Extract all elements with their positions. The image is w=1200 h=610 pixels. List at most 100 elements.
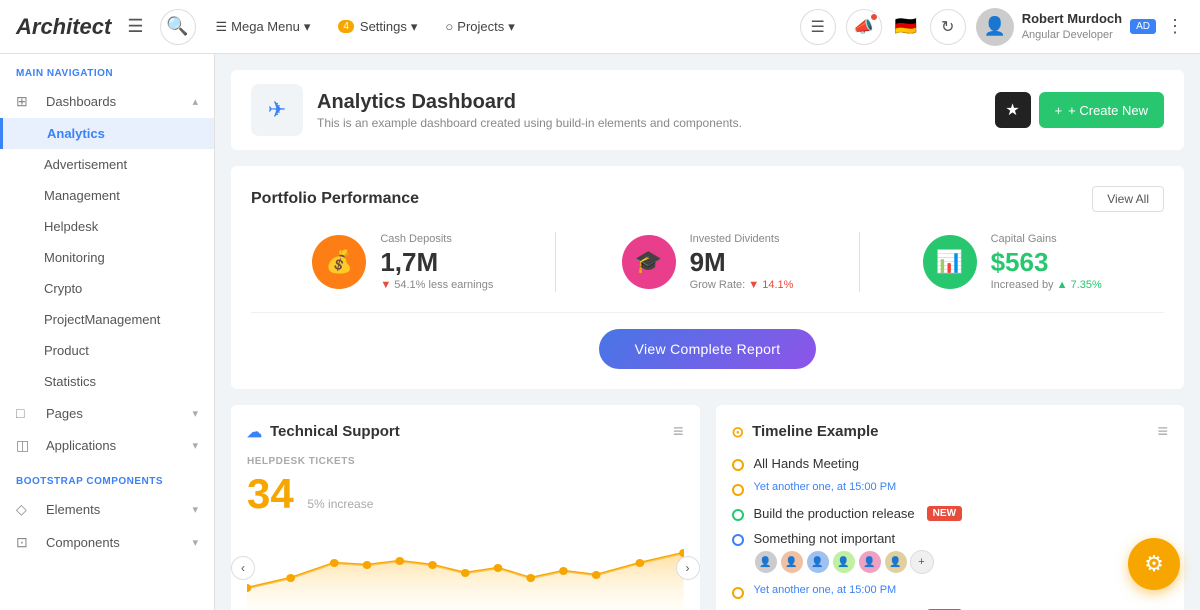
- sidebar-item-label: Management: [44, 188, 120, 203]
- sidebar-item-management[interactable]: Management: [0, 180, 214, 211]
- user-profile[interactable]: 👤 Robert Murdoch Angular Developer AD: [976, 8, 1156, 46]
- timeline-dot: [732, 509, 744, 521]
- card-title: ☁ Technical Support: [247, 423, 400, 441]
- sidebar-item-statistics[interactable]: Statistics: [0, 366, 214, 397]
- components-icon: ⊡: [16, 534, 38, 551]
- avatar: 👤: [832, 550, 856, 574]
- refresh-icon-btn[interactable]: ↻: [930, 9, 966, 45]
- main-nav-label: MAIN NAVIGATION: [0, 54, 214, 85]
- more-options-icon[interactable]: ⋮: [1166, 16, 1184, 37]
- sidebar-item-crypto[interactable]: Crypto: [0, 273, 214, 304]
- line-chart: [247, 523, 684, 610]
- view-all-button[interactable]: View All: [1092, 186, 1164, 212]
- megaphone-icon-btn[interactable]: 📣: [846, 9, 882, 45]
- create-new-button[interactable]: + + Create New: [1039, 92, 1164, 128]
- elements-icon: ◇: [16, 501, 38, 518]
- chart-area: ‹: [247, 523, 684, 610]
- sidebar-components-group[interactable]: ⊡ Components ▾: [0, 526, 214, 559]
- card-title: ⊙ Timeline Example: [732, 423, 879, 441]
- sidebar-item-helpdesk[interactable]: Helpdesk: [0, 211, 214, 242]
- sidebar-pages-group[interactable]: □ Pages ▾: [0, 397, 214, 429]
- pages-icon: □: [16, 405, 38, 421]
- sidebar-item-analytics[interactable]: Analytics: [0, 118, 214, 149]
- metric-sub: Increased by ▲ 7.35%: [991, 279, 1102, 291]
- list-icon-btn[interactable]: ☰: [800, 9, 836, 45]
- plus-icon: +: [1055, 103, 1063, 118]
- helpdesk-increase: 5% increase: [307, 497, 373, 511]
- card-menu-icon[interactable]: ≡: [673, 421, 684, 442]
- metric-invested: 🎓 Invested Dividents 9M Grow Rate: ▼ 14.…: [556, 233, 860, 291]
- avatar: 👤: [780, 550, 804, 574]
- sidebar-item-advertisement[interactable]: Advertisement: [0, 149, 214, 180]
- chevron-down-icon: ▾: [192, 536, 198, 549]
- sidebar-item-label: Analytics: [47, 126, 105, 141]
- projects-menu-item[interactable]: ○ Projects ▾: [433, 13, 526, 41]
- page-subtitle: This is an example dashboard created usi…: [317, 116, 742, 130]
- view-complete-report-button[interactable]: View Complete Report: [599, 329, 817, 369]
- timeline-dot: [732, 534, 744, 546]
- timeline-icon: ⊙: [732, 423, 745, 441]
- app-layout: MAIN NAVIGATION ⊞ Dashboards ▴ Analytics…: [0, 0, 1200, 610]
- technical-support-card: ☁ Technical Support ≡ HELPDESK TICKETS 3…: [231, 405, 700, 610]
- helpdesk-count: 34: [247, 473, 294, 515]
- app-logo: Architect: [16, 14, 111, 40]
- applications-label: Applications: [46, 438, 116, 453]
- dashboard-icon: ⊞: [16, 93, 38, 110]
- metric-value: 9M: [690, 249, 794, 275]
- chevron-down-icon: ▾: [192, 407, 198, 420]
- sidebar-applications-group[interactable]: ◫ Applications ▾: [0, 429, 214, 462]
- metric-value: $563: [991, 249, 1102, 275]
- sidebar-elements-group[interactable]: ◇ Elements ▾: [0, 493, 214, 526]
- sidebar-item-product[interactable]: Product: [0, 335, 214, 366]
- sidebar-item-projectmanagement[interactable]: ProjectManagement: [0, 304, 214, 335]
- avatar: 👤: [806, 550, 830, 574]
- avatar: 👤: [976, 8, 1014, 46]
- card-menu-icon[interactable]: ≡: [1157, 421, 1168, 442]
- sidebar-dashboards-group[interactable]: ⊞ Dashboards ▴: [0, 85, 214, 118]
- metric-label: Cash Deposits: [380, 233, 493, 245]
- flag-icon[interactable]: 🇩🇪: [892, 17, 920, 37]
- metric-label: Capital Gains: [991, 233, 1102, 245]
- settings-menu-item[interactable]: 4 Settings ▾: [326, 13, 429, 41]
- new-badge: NEW: [927, 506, 962, 521]
- sidebar-item-label: Product: [44, 343, 89, 358]
- nav-right: ☰ 📣 🇩🇪 ↻ 👤 Robert Murdoch Angular Develo…: [800, 8, 1184, 46]
- add-avatar-button[interactable]: +: [910, 550, 934, 574]
- timeline-item: Yet another one, at 15:00 PM: [732, 481, 1169, 496]
- chevron-down-icon: ▾: [411, 19, 418, 35]
- timeline-avatars: 👤 👤 👤 👤 👤 👤 +: [754, 550, 934, 574]
- projects-label: Projects: [457, 19, 504, 34]
- search-icon[interactable]: 🔍: [160, 9, 196, 45]
- fab-settings-button[interactable]: ⚙: [1128, 538, 1180, 590]
- chevron-down-icon: ▾: [192, 503, 198, 516]
- notification-dot: [870, 13, 878, 21]
- metric-cash-deposits: 💰 Cash Deposits 1,7M ▼ 54.1% less earnin…: [251, 233, 555, 291]
- timeline-text: All Hands Meeting: [754, 456, 860, 471]
- timeline-card: ⊙ Timeline Example ≡ All Hands Meeting: [716, 405, 1185, 610]
- sidebar-item-label: ProjectManagement: [44, 312, 160, 327]
- sidebar-item-label: Monitoring: [44, 250, 105, 265]
- hamburger-icon[interactable]: ☰: [127, 16, 143, 37]
- metric-value: 1,7M: [380, 249, 493, 275]
- capital-icon: 📊: [923, 235, 977, 289]
- chevron-down-icon: ▾: [304, 19, 311, 35]
- page-header: ✈ Analytics Dashboard This is an example…: [231, 70, 1184, 150]
- applications-icon: ◫: [16, 437, 38, 454]
- timeline-item: Something not important 👤 👤 👤 👤 👤 👤 +: [732, 531, 1169, 574]
- timeline-text: Something not important: [754, 531, 934, 546]
- settings-badge: 4: [338, 20, 354, 33]
- metric-label: Invested Dividents: [690, 233, 794, 245]
- timeline-dot: [732, 587, 744, 599]
- user-role: Angular Developer: [1022, 28, 1122, 42]
- page-header-icon: ✈: [251, 84, 303, 136]
- chart-prev-button[interactable]: ‹: [231, 556, 255, 580]
- chart-next-button[interactable]: ›: [676, 556, 700, 580]
- mega-menu-item[interactable]: ☰ Mega Menu ▾: [204, 13, 323, 41]
- user-badge: AD: [1130, 19, 1156, 34]
- metric-sub: ▼ 54.1% less earnings: [380, 279, 493, 291]
- sidebar-item-monitoring[interactable]: Monitoring: [0, 242, 214, 273]
- star-button[interactable]: ★: [995, 92, 1031, 128]
- sidebar: MAIN NAVIGATION ⊞ Dashboards ▴ Analytics…: [0, 54, 215, 610]
- dashboards-label: Dashboards: [46, 94, 116, 109]
- timeline-dot: [732, 459, 744, 471]
